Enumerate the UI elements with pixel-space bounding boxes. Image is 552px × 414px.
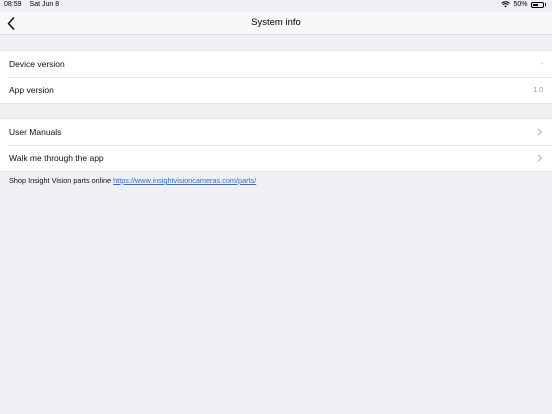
walkthrough-label: Walk me through the app xyxy=(9,153,104,163)
user-manuals-label: User Manuals xyxy=(9,127,62,137)
page-title: System info xyxy=(251,17,301,28)
status-bar: 08:59 Sat Jun 8 50% xyxy=(0,0,552,12)
app-version-row: App version 1.0 xyxy=(0,77,552,103)
walkthrough-row[interactable]: Walk me through the app xyxy=(0,145,552,171)
battery-percent: 50% xyxy=(513,1,528,8)
status-time: 08:59 xyxy=(4,1,22,8)
shop-parts-note: Shop Insight Vision parts online https:/… xyxy=(9,176,256,185)
device-version-value: - xyxy=(540,60,543,68)
wifi-icon xyxy=(501,1,511,8)
battery-icon xyxy=(530,1,544,8)
device-version-row: Device version - xyxy=(0,51,552,77)
status-date: Sat Jun 8 xyxy=(29,1,60,8)
app-version-label: App version xyxy=(9,85,54,95)
shop-parts-link[interactable]: https://www.insightvisioncameras.com/par… xyxy=(113,176,256,185)
version-group: Device version - App version 1.0 xyxy=(0,50,552,104)
user-manuals-row[interactable]: User Manuals xyxy=(0,119,552,145)
chevron-right-icon xyxy=(537,154,543,162)
help-group: User Manuals Walk me through the app xyxy=(0,118,552,172)
shop-parts-text: Shop Insight Vision parts online xyxy=(9,176,112,185)
device-version-label: Device version xyxy=(9,59,65,69)
battery-fill xyxy=(532,3,538,6)
battery-tip xyxy=(544,3,546,6)
chevron-right-icon xyxy=(537,128,543,136)
app-version-value: 1.0 xyxy=(533,86,543,94)
navigation-bar: System info xyxy=(0,12,552,35)
